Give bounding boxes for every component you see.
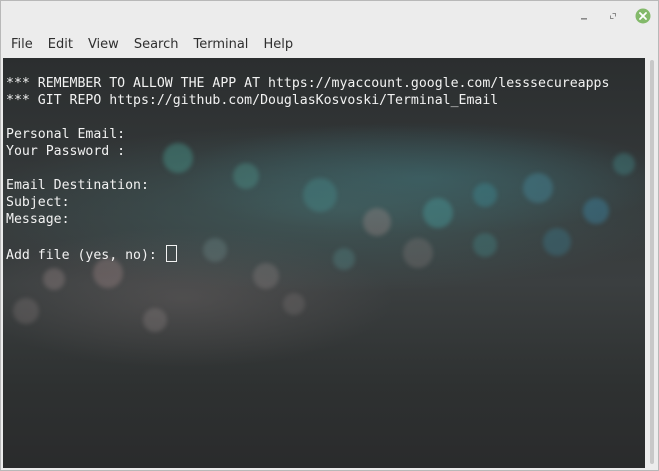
terminal-line: Personal Email: [6,127,126,142]
menu-terminal[interactable]: Terminal [193,33,248,56]
minimize-icon [581,18,587,20]
text-cursor [165,245,177,262]
menu-bar: File Edit View Search Terminal Help [1,31,658,58]
maximize-icon [610,13,616,19]
scrollbar-thumb[interactable] [650,60,654,464]
terminal-window: File Edit View Search Terminal Help *** … [0,0,659,471]
maximize-button[interactable] [605,8,621,24]
menu-edit[interactable]: Edit [48,33,73,56]
close-button[interactable] [635,8,651,24]
terminal-line: *** GIT REPO https://github.com/DouglasK… [6,93,499,108]
terminal-area[interactable]: *** REMEMBER TO ALLOW THE APP AT https:/… [3,58,645,468]
terminal-line: *** REMEMBER TO ALLOW THE APP AT https:/… [6,76,610,91]
minimize-button[interactable] [576,8,592,24]
vertical-scrollbar[interactable] [646,58,658,468]
terminal-line: Your Password : [6,144,126,159]
terminal-line: Message: [6,212,70,227]
title-bar[interactable] [1,1,658,31]
menu-help[interactable]: Help [263,33,293,56]
terminal-output: *** REMEMBER TO ALLOW THE APP AT https:/… [6,75,610,263]
terminal-line: Email Destination: [6,178,149,193]
menu-search[interactable]: Search [134,33,179,56]
close-icon [635,8,651,24]
terminal-prompt: Add file (yes, no): [6,248,165,263]
terminal-prompt-line: Add file (yes, no): [6,245,609,263]
menu-view[interactable]: View [88,33,119,56]
terminal-line: Subject: [6,195,70,210]
window-bottom-border [1,468,658,470]
menu-file[interactable]: File [11,33,33,56]
